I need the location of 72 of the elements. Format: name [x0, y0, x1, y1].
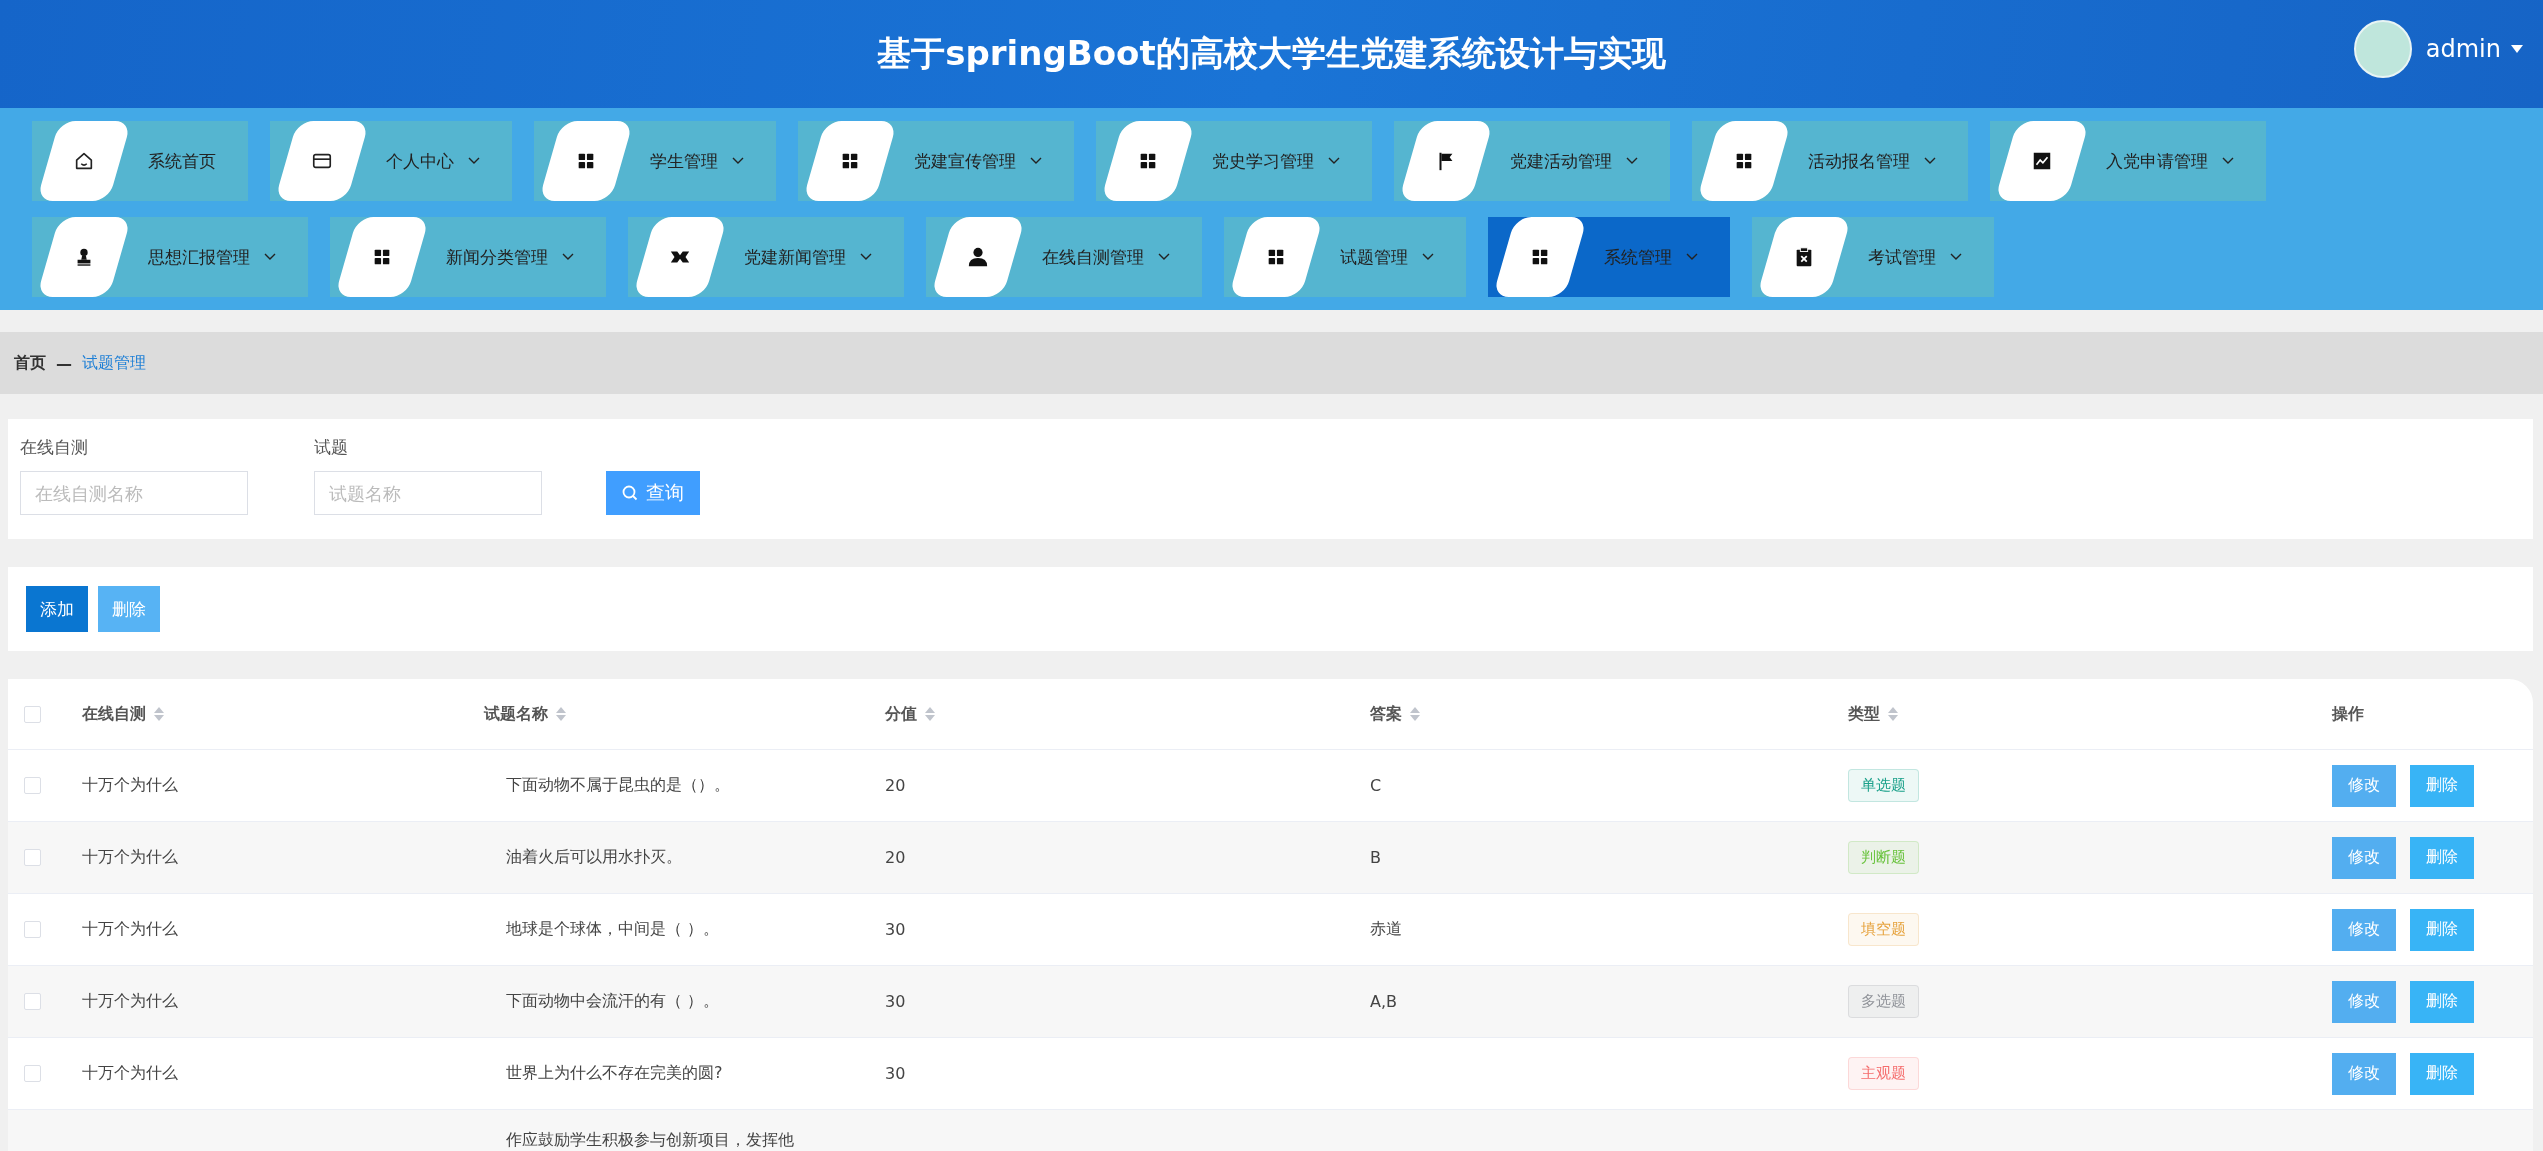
- table-cell: 30: [885, 992, 906, 1011]
- column-header[interactable]: 分值: [885, 703, 917, 725]
- table-cell: 下面动物不属于昆虫的是（）。: [506, 775, 730, 796]
- row-checkbox[interactable]: [24, 993, 41, 1010]
- column-header[interactable]: 在线自测: [82, 703, 146, 725]
- sort-icon[interactable]: [1888, 707, 1898, 721]
- avatar-icon[interactable]: [2353, 20, 2412, 78]
- table-cell: 30: [885, 920, 906, 939]
- nav-item[interactable]: 党史学习管理: [1096, 121, 1372, 201]
- type-tag: 判断题: [1848, 841, 1919, 874]
- table-cell: 油着火后可以用水扑灭。: [506, 847, 682, 868]
- chart-icon: [2031, 150, 2053, 172]
- nav-item[interactable]: 思想汇报管理: [32, 217, 308, 297]
- type-tag: 主观题: [1848, 1057, 1919, 1090]
- column-header[interactable]: 类型: [1848, 703, 1880, 725]
- table-cell: 地球是个球体，中间是（ ）。: [506, 919, 720, 940]
- nav-item[interactable]: 活动报名管理: [1692, 121, 1968, 201]
- row-checkbox[interactable]: [24, 849, 41, 866]
- search-icon: [622, 485, 638, 501]
- nav-item[interactable]: 个人中心: [270, 121, 512, 201]
- nav-item[interactable]: 在线自测管理: [926, 217, 1202, 297]
- table-cell: B: [1370, 848, 1381, 867]
- type-tag: 多选题: [1848, 985, 1919, 1018]
- field-label: 试题: [314, 436, 349, 459]
- breadcrumb-separator: —: [56, 353, 72, 373]
- table-cell: 世界上为什么不存在完美的圆?: [506, 1063, 723, 1084]
- nav-item[interactable]: 试题管理: [1224, 217, 1466, 297]
- breadcrumb-link[interactable]: 首页: [14, 352, 46, 374]
- table-cell: 30: [885, 1064, 906, 1083]
- sort-icon[interactable]: [154, 707, 164, 721]
- system-title: 基于springBoot的高校大学生党建系统设计与实现: [877, 32, 1666, 75]
- table-cell: C: [1370, 776, 1382, 795]
- table-cell: 下面动物中会流汗的有（ ）。: [506, 991, 720, 1012]
- field-label: 在线自测: [20, 436, 89, 459]
- sort-icon[interactable]: [556, 707, 566, 721]
- select-all-checkbox[interactable]: [24, 705, 41, 723]
- breadcrumb-current: 试题管理: [82, 352, 146, 374]
- table-cell: 20: [885, 848, 906, 867]
- table-cell: 20: [885, 776, 906, 795]
- caret-icon: [2511, 45, 2523, 53]
- nav-item[interactable]: 党建活动管理: [1394, 121, 1670, 201]
- user-menu[interactable]: admin: [2425, 35, 2523, 63]
- nav-item[interactable]: 学生管理: [534, 121, 776, 201]
- nav-item[interactable]: 入党申请管理: [1990, 121, 2266, 201]
- user-icon: [967, 246, 989, 268]
- column-header[interactable]: 试题名称: [484, 703, 548, 725]
- row-checkbox[interactable]: [24, 1065, 41, 1082]
- search-field[interactable]: 试题名称: [314, 471, 542, 515]
- table-cell: 十万个为什么: [82, 847, 178, 868]
- table-cell: 赤道: [1370, 919, 1402, 940]
- table-cell: 作应鼓励学生积极参与创新项目，发挥他: [506, 1130, 794, 1151]
- table-cell: 十万个为什么: [82, 991, 178, 1012]
- table-cell: 十万个为什么: [82, 919, 178, 940]
- nav-item[interactable]: 党建宣传管理: [798, 121, 1074, 201]
- table-cell: 十万个为什么: [82, 775, 178, 796]
- search-field[interactable]: 在线自测名称: [20, 471, 248, 515]
- sort-icon[interactable]: [925, 707, 935, 721]
- home-icon: [73, 150, 95, 172]
- column-header[interactable]: 答案: [1370, 703, 1402, 725]
- nav-item[interactable]: 考试管理: [1752, 217, 1994, 297]
- row-checkbox[interactable]: [24, 777, 41, 794]
- nav-item[interactable]: 新闻分类管理: [330, 217, 606, 297]
- sort-icon[interactable]: [1410, 707, 1420, 721]
- type-tag: 单选题: [1848, 769, 1919, 802]
- row-checkbox[interactable]: [24, 921, 41, 938]
- add-button[interactable]: 添加: [26, 586, 88, 632]
- column-header: 操作: [2332, 703, 2364, 725]
- type-tag: 填空题: [1848, 913, 1919, 946]
- nav-item[interactable]: 党建新闻管理: [628, 217, 904, 297]
- nav-item[interactable]: 系统首页: [32, 121, 248, 201]
- table-cell: A,B: [1370, 992, 1397, 1011]
- table-cell: 十万个为什么: [82, 1063, 178, 1084]
